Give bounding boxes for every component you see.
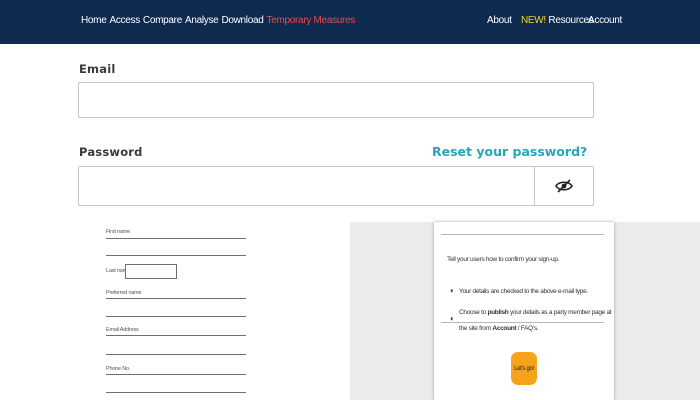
- email-address-underline: [106, 354, 246, 355]
- nav-temporary-measures[interactable]: Temporary Measures: [267, 15, 356, 26]
- lets-go-button[interactable]: Let's go!: [511, 352, 537, 385]
- nav-resources[interactable]: NEW! Resources: [521, 15, 594, 26]
- first-name-line: [106, 238, 246, 239]
- nav-resources-label: Resources: [548, 15, 594, 26]
- password-label: Password: [79, 145, 143, 159]
- dialog-step-one: Your details are checked to the above e-…: [459, 288, 588, 295]
- nav-home[interactable]: Home: [81, 15, 107, 26]
- email-address-line: [106, 335, 246, 336]
- dialog-step-two: Choose to publish your details as a part…: [459, 309, 612, 316]
- nav-access[interactable]: Access: [109, 15, 140, 26]
- nav-about[interactable]: About: [487, 15, 512, 26]
- nav-account[interactable]: Account: [588, 15, 622, 26]
- nav-download[interactable]: Download: [221, 15, 263, 26]
- nav-compare[interactable]: Compare: [143, 15, 182, 26]
- first-name-underline: [106, 255, 246, 256]
- eye-slash-icon: [555, 179, 573, 193]
- password-field[interactable]: [78, 166, 534, 206]
- email-label: Email: [79, 62, 116, 76]
- new-badge: NEW!: [521, 15, 546, 26]
- preferred-name-label: Preferred name: [106, 290, 142, 296]
- dialog-step-two-continued: the site from Account / FAQ's.: [459, 325, 539, 332]
- phone-label: Phone No.: [106, 366, 131, 372]
- dialog-top-rule: [441, 234, 604, 235]
- phone-underline: [106, 392, 246, 393]
- preferred-name-underline: [106, 316, 246, 317]
- main-nav: Home Access Compare Analyse Download Temporar…: [81, 15, 358, 26]
- top-navigation-bar: Home Access Compare Analyse Download Temporar…: [0, 0, 700, 44]
- step-one-icon: ◐: [450, 286, 455, 295]
- first-name-label: First name: [106, 229, 130, 235]
- dialog-intro-text: Tell your users how to confirm your sign…: [447, 256, 560, 263]
- nav-analyse[interactable]: Analyse: [185, 15, 219, 26]
- last-name-input: [125, 264, 177, 279]
- email-field[interactable]: [78, 82, 594, 118]
- preferred-name-line: [106, 298, 246, 299]
- reset-password-link[interactable]: Reset your password?: [432, 144, 587, 159]
- toggle-password-visibility-button[interactable]: [534, 166, 594, 206]
- phone-line: [106, 374, 246, 375]
- dialog-mid-rule: [441, 322, 604, 323]
- email-address-label: Email Address: [106, 327, 139, 333]
